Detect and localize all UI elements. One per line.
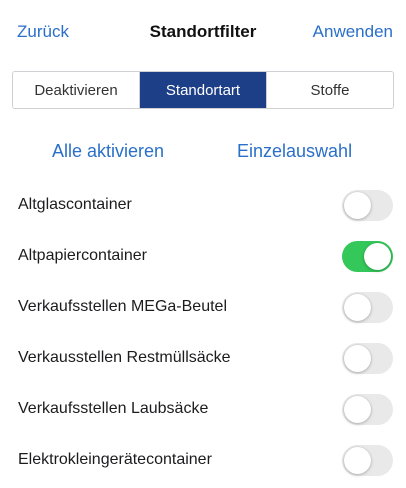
segment-standortart[interactable]: Standortart: [140, 72, 267, 108]
toggle-knob: [344, 192, 371, 219]
toggle-switch[interactable]: [342, 292, 393, 323]
toggle-knob: [344, 294, 371, 321]
list-item: Verkaufsstellen MEGa-Beutel: [0, 282, 406, 333]
toggle-knob: [344, 396, 371, 423]
selection-actions: Alle aktivieren Einzelauswahl: [0, 141, 406, 165]
list-item-label: Verkaufsstellen Laubsäcke: [18, 400, 209, 417]
segment-deaktivieren[interactable]: Deaktivieren: [13, 72, 140, 108]
list-item-label: Verkausstellen Restmüllsäcke: [18, 349, 231, 366]
standortfilter-screen: Zurück Standortfilter Anwenden Deaktivie…: [0, 0, 406, 488]
location-type-list: Altglascontainer Altpapiercontainer Verk…: [0, 180, 406, 486]
apply-button[interactable]: Anwenden: [313, 22, 393, 42]
list-item-label: Altglascontainer: [18, 196, 132, 213]
filter-mode-segmented-control: Deaktivieren Standortart Stoffe: [12, 71, 394, 109]
list-item: Elektrokleingerätecontainer: [0, 435, 406, 486]
list-item: Altglascontainer: [0, 180, 406, 231]
segment-stoffe[interactable]: Stoffe: [267, 72, 393, 108]
toggle-switch[interactable]: [342, 394, 393, 425]
toggle-knob: [344, 345, 371, 372]
navigation-bar: Zurück Standortfilter Anwenden: [0, 0, 406, 66]
toggle-knob: [364, 243, 391, 270]
list-item-label: Elektrokleingerätecontainer: [18, 451, 212, 468]
list-item: Altpapiercontainer: [0, 231, 406, 282]
single-select-button[interactable]: Einzelauswahl: [237, 141, 352, 162]
enable-all-button[interactable]: Alle aktivieren: [52, 141, 164, 162]
list-item: Verkaufsstellen Laubsäcke: [0, 384, 406, 435]
back-button[interactable]: Zurück: [17, 22, 69, 42]
toggle-switch[interactable]: [342, 343, 393, 374]
toggle-switch[interactable]: [342, 190, 393, 221]
list-item-label: Verkaufsstellen MEGa-Beutel: [18, 298, 227, 315]
toggle-switch[interactable]: [342, 241, 393, 272]
toggle-knob: [344, 447, 371, 474]
list-item-label: Altpapiercontainer: [18, 247, 147, 264]
toggle-switch[interactable]: [342, 445, 393, 476]
list-item: Verkausstellen Restmüllsäcke: [0, 333, 406, 384]
